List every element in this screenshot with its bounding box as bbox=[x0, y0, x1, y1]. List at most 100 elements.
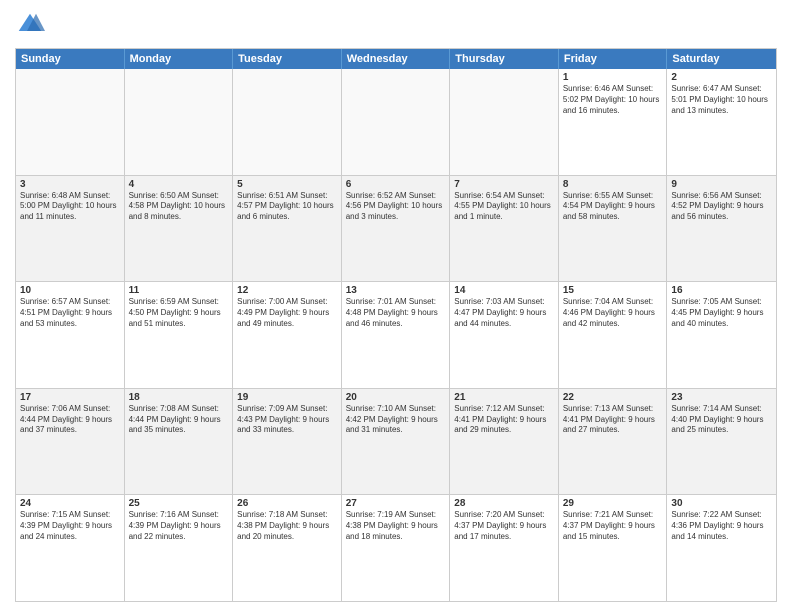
calendar-cell: 13Sunrise: 7:01 AM Sunset: 4:48 PM Dayli… bbox=[342, 282, 451, 388]
day-info: Sunrise: 6:51 AM Sunset: 4:57 PM Dayligh… bbox=[237, 191, 337, 223]
day-number: 3 bbox=[20, 179, 120, 190]
calendar-cell: 24Sunrise: 7:15 AM Sunset: 4:39 PM Dayli… bbox=[16, 495, 125, 601]
calendar-row: 1Sunrise: 6:46 AM Sunset: 5:02 PM Daylig… bbox=[16, 69, 776, 176]
calendar-cell bbox=[16, 69, 125, 175]
day-info: Sunrise: 7:09 AM Sunset: 4:43 PM Dayligh… bbox=[237, 404, 337, 436]
day-number: 11 bbox=[129, 285, 229, 296]
day-info: Sunrise: 7:08 AM Sunset: 4:44 PM Dayligh… bbox=[129, 404, 229, 436]
calendar-cell: 5Sunrise: 6:51 AM Sunset: 4:57 PM Daylig… bbox=[233, 176, 342, 282]
day-number: 1 bbox=[563, 72, 663, 83]
day-number: 15 bbox=[563, 285, 663, 296]
day-info: Sunrise: 6:56 AM Sunset: 4:52 PM Dayligh… bbox=[671, 191, 772, 223]
day-number: 19 bbox=[237, 392, 337, 403]
day-number: 23 bbox=[671, 392, 772, 403]
day-number: 29 bbox=[563, 498, 663, 509]
day-number: 7 bbox=[454, 179, 554, 190]
day-info: Sunrise: 6:59 AM Sunset: 4:50 PM Dayligh… bbox=[129, 297, 229, 329]
day-info: Sunrise: 6:54 AM Sunset: 4:55 PM Dayligh… bbox=[454, 191, 554, 223]
calendar-row: 10Sunrise: 6:57 AM Sunset: 4:51 PM Dayli… bbox=[16, 282, 776, 389]
day-info: Sunrise: 7:19 AM Sunset: 4:38 PM Dayligh… bbox=[346, 510, 446, 542]
calendar-cell: 7Sunrise: 6:54 AM Sunset: 4:55 PM Daylig… bbox=[450, 176, 559, 282]
day-info: Sunrise: 7:20 AM Sunset: 4:37 PM Dayligh… bbox=[454, 510, 554, 542]
day-info: Sunrise: 7:03 AM Sunset: 4:47 PM Dayligh… bbox=[454, 297, 554, 329]
day-number: 24 bbox=[20, 498, 120, 509]
calendar-cell: 18Sunrise: 7:08 AM Sunset: 4:44 PM Dayli… bbox=[125, 389, 234, 495]
calendar-cell: 30Sunrise: 7:22 AM Sunset: 4:36 PM Dayli… bbox=[667, 495, 776, 601]
logo bbox=[15, 10, 49, 40]
weekday-header: Saturday bbox=[667, 49, 776, 69]
day-number: 25 bbox=[129, 498, 229, 509]
day-info: Sunrise: 7:01 AM Sunset: 4:48 PM Dayligh… bbox=[346, 297, 446, 329]
day-number: 20 bbox=[346, 392, 446, 403]
calendar-cell: 11Sunrise: 6:59 AM Sunset: 4:50 PM Dayli… bbox=[125, 282, 234, 388]
day-info: Sunrise: 6:48 AM Sunset: 5:00 PM Dayligh… bbox=[20, 191, 120, 223]
calendar-cell: 27Sunrise: 7:19 AM Sunset: 4:38 PM Dayli… bbox=[342, 495, 451, 601]
calendar-cell: 8Sunrise: 6:55 AM Sunset: 4:54 PM Daylig… bbox=[559, 176, 668, 282]
day-number: 4 bbox=[129, 179, 229, 190]
day-number: 13 bbox=[346, 285, 446, 296]
calendar-cell: 17Sunrise: 7:06 AM Sunset: 4:44 PM Dayli… bbox=[16, 389, 125, 495]
day-info: Sunrise: 7:22 AM Sunset: 4:36 PM Dayligh… bbox=[671, 510, 772, 542]
day-number: 9 bbox=[671, 179, 772, 190]
day-info: Sunrise: 6:46 AM Sunset: 5:02 PM Dayligh… bbox=[563, 84, 663, 116]
calendar-header: SundayMondayTuesdayWednesdayThursdayFrid… bbox=[16, 49, 776, 69]
weekday-header: Monday bbox=[125, 49, 234, 69]
weekday-header: Thursday bbox=[450, 49, 559, 69]
calendar-body: 1Sunrise: 6:46 AM Sunset: 5:02 PM Daylig… bbox=[16, 69, 776, 601]
day-number: 27 bbox=[346, 498, 446, 509]
calendar-cell bbox=[125, 69, 234, 175]
calendar-row: 24Sunrise: 7:15 AM Sunset: 4:39 PM Dayli… bbox=[16, 495, 776, 601]
calendar-cell bbox=[450, 69, 559, 175]
calendar-cell: 19Sunrise: 7:09 AM Sunset: 4:43 PM Dayli… bbox=[233, 389, 342, 495]
calendar-cell: 12Sunrise: 7:00 AM Sunset: 4:49 PM Dayli… bbox=[233, 282, 342, 388]
day-info: Sunrise: 6:57 AM Sunset: 4:51 PM Dayligh… bbox=[20, 297, 120, 329]
weekday-header: Wednesday bbox=[342, 49, 451, 69]
day-info: Sunrise: 7:16 AM Sunset: 4:39 PM Dayligh… bbox=[129, 510, 229, 542]
day-number: 18 bbox=[129, 392, 229, 403]
day-number: 14 bbox=[454, 285, 554, 296]
calendar-cell: 14Sunrise: 7:03 AM Sunset: 4:47 PM Dayli… bbox=[450, 282, 559, 388]
calendar-cell: 21Sunrise: 7:12 AM Sunset: 4:41 PM Dayli… bbox=[450, 389, 559, 495]
day-info: Sunrise: 6:52 AM Sunset: 4:56 PM Dayligh… bbox=[346, 191, 446, 223]
calendar-cell: 20Sunrise: 7:10 AM Sunset: 4:42 PM Dayli… bbox=[342, 389, 451, 495]
page: SundayMondayTuesdayWednesdayThursdayFrid… bbox=[0, 0, 792, 612]
calendar-cell: 22Sunrise: 7:13 AM Sunset: 4:41 PM Dayli… bbox=[559, 389, 668, 495]
day-info: Sunrise: 7:18 AM Sunset: 4:38 PM Dayligh… bbox=[237, 510, 337, 542]
day-info: Sunrise: 6:55 AM Sunset: 4:54 PM Dayligh… bbox=[563, 191, 663, 223]
calendar-cell: 25Sunrise: 7:16 AM Sunset: 4:39 PM Dayli… bbox=[125, 495, 234, 601]
day-info: Sunrise: 7:15 AM Sunset: 4:39 PM Dayligh… bbox=[20, 510, 120, 542]
day-number: 30 bbox=[671, 498, 772, 509]
calendar-cell: 4Sunrise: 6:50 AM Sunset: 4:58 PM Daylig… bbox=[125, 176, 234, 282]
calendar-cell: 16Sunrise: 7:05 AM Sunset: 4:45 PM Dayli… bbox=[667, 282, 776, 388]
day-info: Sunrise: 7:06 AM Sunset: 4:44 PM Dayligh… bbox=[20, 404, 120, 436]
calendar-cell bbox=[342, 69, 451, 175]
day-number: 5 bbox=[237, 179, 337, 190]
day-number: 21 bbox=[454, 392, 554, 403]
calendar-cell: 9Sunrise: 6:56 AM Sunset: 4:52 PM Daylig… bbox=[667, 176, 776, 282]
day-number: 22 bbox=[563, 392, 663, 403]
calendar-cell: 15Sunrise: 7:04 AM Sunset: 4:46 PM Dayli… bbox=[559, 282, 668, 388]
calendar-cell: 2Sunrise: 6:47 AM Sunset: 5:01 PM Daylig… bbox=[667, 69, 776, 175]
day-info: Sunrise: 7:05 AM Sunset: 4:45 PM Dayligh… bbox=[671, 297, 772, 329]
day-number: 2 bbox=[671, 72, 772, 83]
day-number: 8 bbox=[563, 179, 663, 190]
day-number: 17 bbox=[20, 392, 120, 403]
calendar-cell: 26Sunrise: 7:18 AM Sunset: 4:38 PM Dayli… bbox=[233, 495, 342, 601]
calendar-cell bbox=[233, 69, 342, 175]
calendar-cell: 6Sunrise: 6:52 AM Sunset: 4:56 PM Daylig… bbox=[342, 176, 451, 282]
day-info: Sunrise: 7:10 AM Sunset: 4:42 PM Dayligh… bbox=[346, 404, 446, 436]
calendar-cell: 1Sunrise: 6:46 AM Sunset: 5:02 PM Daylig… bbox=[559, 69, 668, 175]
day-number: 10 bbox=[20, 285, 120, 296]
day-info: Sunrise: 7:12 AM Sunset: 4:41 PM Dayligh… bbox=[454, 404, 554, 436]
calendar-cell: 3Sunrise: 6:48 AM Sunset: 5:00 PM Daylig… bbox=[16, 176, 125, 282]
day-number: 28 bbox=[454, 498, 554, 509]
header bbox=[15, 10, 777, 40]
day-number: 6 bbox=[346, 179, 446, 190]
day-info: Sunrise: 7:00 AM Sunset: 4:49 PM Dayligh… bbox=[237, 297, 337, 329]
calendar: SundayMondayTuesdayWednesdayThursdayFrid… bbox=[15, 48, 777, 602]
calendar-cell: 10Sunrise: 6:57 AM Sunset: 4:51 PM Dayli… bbox=[16, 282, 125, 388]
calendar-cell: 28Sunrise: 7:20 AM Sunset: 4:37 PM Dayli… bbox=[450, 495, 559, 601]
weekday-header: Tuesday bbox=[233, 49, 342, 69]
weekday-header: Sunday bbox=[16, 49, 125, 69]
day-number: 16 bbox=[671, 285, 772, 296]
